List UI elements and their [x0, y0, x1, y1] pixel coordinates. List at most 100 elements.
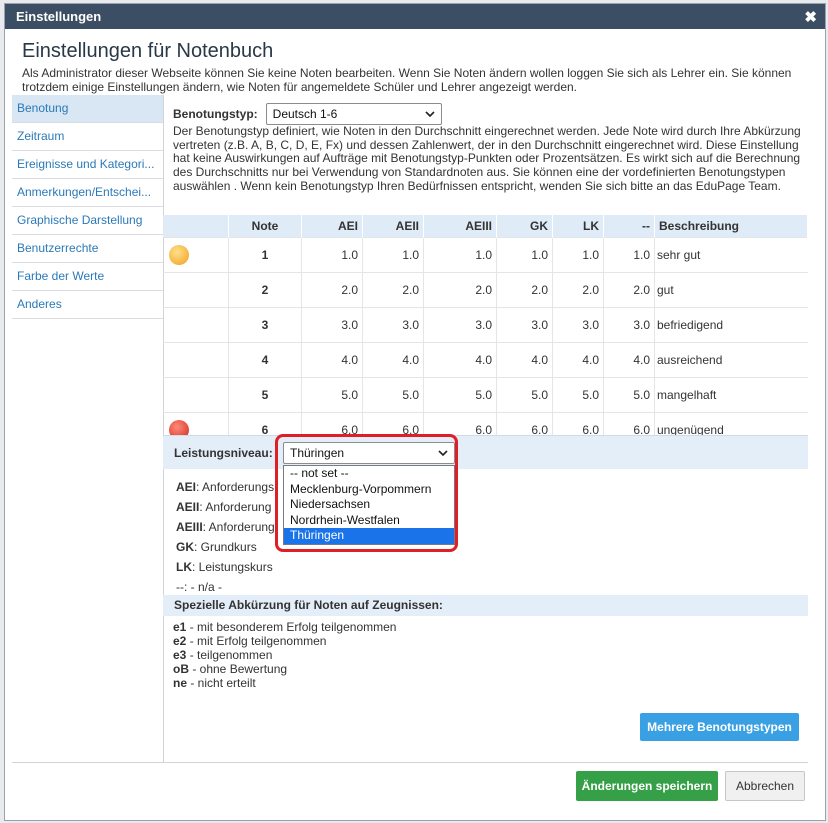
main-panel: Benotungstyp: Deutsch 1-6 Der Benotungst…: [163, 95, 808, 762]
header-dash: --: [603, 215, 655, 238]
footer-divider: [12, 762, 808, 763]
save-button[interactable]: Änderungen speichern: [576, 771, 718, 801]
row-aeii: 2.0: [362, 272, 424, 308]
row-dash: 2.0: [603, 272, 655, 308]
grading-type-value: Deutsch 1-6: [272, 107, 338, 121]
row-lk: 1.0: [552, 237, 604, 273]
row-aeiii: 2.0: [423, 272, 497, 308]
row-dash: 3.0: [603, 307, 655, 343]
header-aeii: AEII: [362, 215, 424, 238]
row-aei: 5.0: [301, 377, 363, 413]
header-gk: GK: [496, 215, 553, 238]
level-label: Leistungsniveau:: [174, 445, 273, 460]
row-icon-cell: [163, 272, 229, 308]
table-row: 3 3.0 3.0 3.0 3.0 3.0 3.0 befriedigend: [163, 307, 808, 343]
row-gk: 2.0: [496, 272, 553, 308]
row-gk: 5.0: [496, 377, 553, 413]
row-aei: 3.0: [301, 307, 363, 343]
row-desc: ausreichend: [654, 342, 808, 378]
table-row: 4 4.0 4.0 4.0 4.0 4.0 4.0 ausreichend: [163, 342, 808, 378]
special-item: ne - nicht erteilt: [173, 676, 256, 690]
row-note: 1: [228, 237, 302, 273]
sidebar-item-benotung[interactable]: Benotung: [12, 95, 163, 123]
grading-type-row: Benotungstyp: Deutsch 1-6: [173, 103, 442, 125]
abbr-item: --: - n/a -: [176, 580, 223, 594]
table-row: 1 1.0 1.0 1.0 1.0 1.0 1.0 sehr gut: [163, 237, 808, 273]
row-gk: 1.0: [496, 237, 553, 273]
row-gk: 3.0: [496, 307, 553, 343]
grades-table: Note AEI AEII AEIII GK LK -- Beschreibun…: [163, 215, 808, 447]
close-icon[interactable]: ✖: [804, 8, 817, 26]
abbr-item: LK: Leistungskurs: [176, 560, 273, 574]
abbr-item: AEIII: Anforderung: [176, 520, 275, 534]
special-item: e2 - mit Erfolg teilgenommen: [173, 634, 327, 648]
sidebar-item-anmerkungen[interactable]: Anmerkungen/Entschei...: [12, 179, 163, 207]
sidebar-item-graphische-darstellung[interactable]: Graphische Darstellung: [12, 207, 163, 235]
row-dash: 4.0: [603, 342, 655, 378]
header-aeiii: AEIII: [423, 215, 497, 238]
row-lk: 4.0: [552, 342, 604, 378]
abbr-item: AEII: Anforderung: [176, 500, 272, 514]
abbr-item: AEI: Anforderungs: [176, 480, 275, 494]
table-row: 2 2.0 2.0 2.0 2.0 2.0 2.0 gut: [163, 272, 808, 308]
abbr-item: GK: Grundkurs: [176, 540, 257, 554]
row-aeii: 5.0: [362, 377, 424, 413]
dialog-title: Einstellungen: [16, 9, 102, 24]
row-lk: 3.0: [552, 307, 604, 343]
header-beschreibung: Beschreibung: [654, 215, 808, 238]
header-lk: LK: [552, 215, 604, 238]
row-desc: gut: [654, 272, 808, 308]
row-note: 2: [228, 272, 302, 308]
sidebar-item-anderes[interactable]: Anderes: [12, 291, 163, 319]
row-aeiii: 5.0: [423, 377, 497, 413]
row-lk: 5.0: [552, 377, 604, 413]
header-icon: [163, 215, 229, 238]
chevron-down-icon: [425, 111, 435, 117]
row-note: 5: [228, 377, 302, 413]
row-dash: 5.0: [603, 377, 655, 413]
table-row: 5 5.0 5.0 5.0 5.0 5.0 5.0 mangelhaft: [163, 377, 808, 413]
cancel-button[interactable]: Abbrechen: [725, 771, 805, 801]
abbreviation-list: AEI: Anforderungs AEII: Anforderung AEII…: [176, 477, 275, 597]
grading-type-label: Benotungstyp:: [173, 107, 258, 121]
special-abbr-heading: Spezielle Abkürzung für Noten auf Zeugni…: [163, 595, 808, 616]
header-note: Note: [228, 215, 302, 238]
highlight-annotation: [275, 434, 458, 552]
multiple-grading-types-button[interactable]: Mehrere Benotungstypen: [640, 713, 799, 741]
sidebar-item-farbe-der-werte[interactable]: Farbe der Werte: [12, 263, 163, 291]
table-header-row: Note AEI AEII AEIII GK LK -- Beschreibun…: [163, 215, 808, 238]
dialog-titlebar: Einstellungen ✖: [5, 4, 825, 29]
row-aeii: 4.0: [362, 342, 424, 378]
content-area: Benotung Zeitraum Ereignisse und Kategor…: [12, 95, 808, 762]
sidebar-item-ereignisse[interactable]: Ereignisse und Kategori...: [12, 151, 163, 179]
row-dash: 1.0: [603, 237, 655, 273]
special-item: e1 - mit besonderem Erfolg teilgenommen: [173, 620, 397, 634]
row-aeiii: 4.0: [423, 342, 497, 378]
row-aeiii: 3.0: [423, 307, 497, 343]
sidebar-item-zeitraum[interactable]: Zeitraum: [12, 123, 163, 151]
sidebar: Benotung Zeitraum Ereignisse und Kategor…: [12, 95, 164, 762]
row-icon-cell: [163, 237, 229, 273]
row-aeii: 3.0: [362, 307, 424, 343]
row-note: 3: [228, 307, 302, 343]
row-icon-cell: [163, 377, 229, 413]
sidebar-item-benutzerrechte[interactable]: Benutzerrechte: [12, 235, 163, 263]
row-desc: sehr gut: [654, 237, 808, 273]
header-aei: AEI: [301, 215, 363, 238]
intro-text: Als Administrator dieser Webseite können…: [22, 66, 792, 94]
grading-type-select[interactable]: Deutsch 1-6: [265, 103, 442, 125]
dialog-header: Einstellungen für Notenbuch Als Administ…: [5, 29, 825, 94]
row-note: 4: [228, 342, 302, 378]
special-item: oB - ohne Bewertung: [173, 662, 288, 676]
row-icon-cell: [163, 307, 229, 343]
row-aei: 2.0: [301, 272, 363, 308]
row-aei: 1.0: [301, 237, 363, 273]
row-aeiii: 1.0: [423, 237, 497, 273]
row-gk: 4.0: [496, 342, 553, 378]
page-title: Einstellungen für Notenbuch: [22, 40, 274, 62]
special-abbr-list: e1 - mit besonderem Erfolg teilgenommen …: [173, 620, 396, 690]
smiley-happy-icon: [169, 245, 189, 265]
row-desc: mangelhaft: [654, 377, 808, 413]
row-desc: befriedigend: [654, 307, 808, 343]
row-icon-cell: [163, 342, 229, 378]
